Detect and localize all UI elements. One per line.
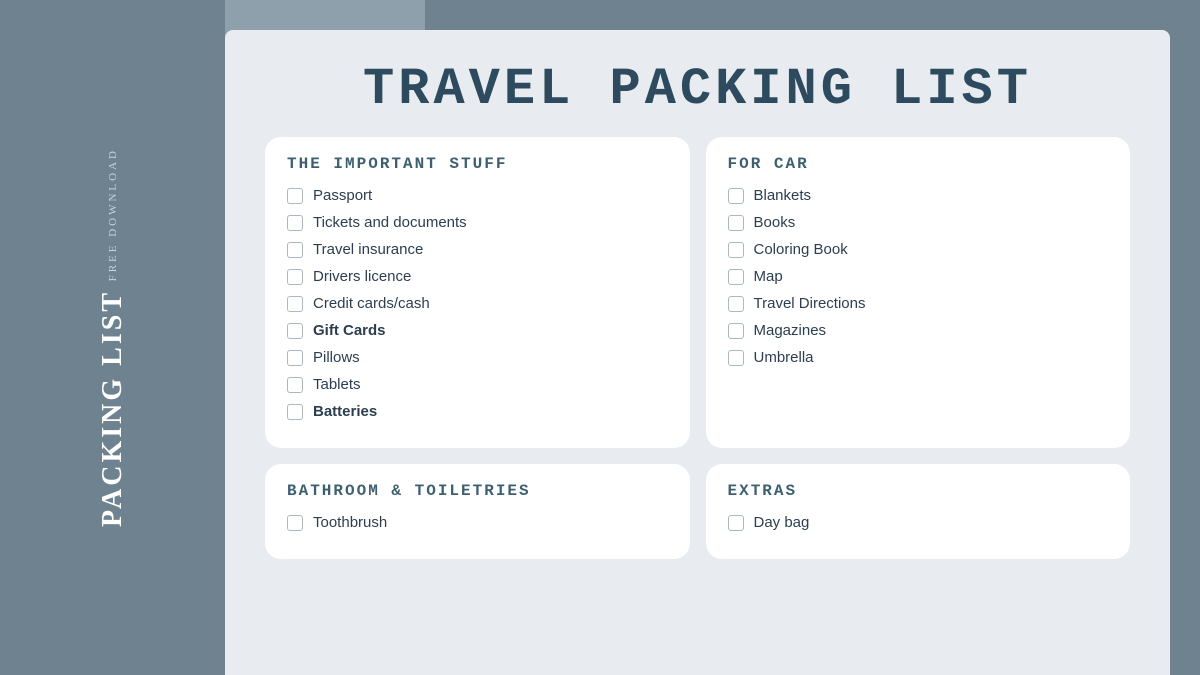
- checkbox[interactable]: [728, 323, 744, 339]
- checkbox[interactable]: [287, 242, 303, 258]
- checkbox[interactable]: [287, 404, 303, 420]
- section-title-bathroom: BATHROOM & TOILETRIES: [287, 482, 668, 500]
- checkbox[interactable]: [287, 269, 303, 285]
- item-label: Coloring Book: [754, 241, 848, 258]
- checkbox[interactable]: [728, 296, 744, 312]
- page-title: TRAVEL PACKING LIST: [265, 60, 1130, 119]
- checkbox[interactable]: [287, 323, 303, 339]
- section-title-important: THE IMPORTANT STUFF: [287, 155, 668, 173]
- sidebar: FREE DOWNLOAD PACKING LIST: [0, 0, 225, 675]
- list-item: Tablets: [287, 376, 668, 393]
- checkbox[interactable]: [287, 215, 303, 231]
- checkbox[interactable]: [287, 188, 303, 204]
- list-item: Magazines: [728, 322, 1109, 339]
- packing-list-label: PACKING LIST: [97, 290, 129, 527]
- checkbox[interactable]: [728, 515, 744, 531]
- item-label: Gift Cards: [313, 322, 386, 339]
- list-item: Day bag: [728, 514, 1109, 531]
- item-label: Map: [754, 268, 783, 285]
- list-item: Tickets and documents: [287, 214, 668, 231]
- item-label: Pillows: [313, 349, 360, 366]
- checkbox[interactable]: [728, 188, 744, 204]
- item-label: Travel Directions: [754, 295, 866, 312]
- item-label: Tablets: [313, 376, 361, 393]
- section-bathroom: BATHROOM & TOILETRIES Toothbrush: [265, 464, 690, 559]
- section-for-car: FOR CAR Blankets Books Coloring Book Map…: [706, 137, 1131, 448]
- item-label: Batteries: [313, 403, 377, 420]
- item-label: Tickets and documents: [313, 214, 467, 231]
- list-item: Pillows: [287, 349, 668, 366]
- checkbox[interactable]: [287, 296, 303, 312]
- checkbox[interactable]: [287, 377, 303, 393]
- checkbox[interactable]: [728, 269, 744, 285]
- list-item: Drivers licence: [287, 268, 668, 285]
- checkbox[interactable]: [287, 515, 303, 531]
- list-item: Map: [728, 268, 1109, 285]
- item-label: Books: [754, 214, 796, 231]
- item-label: Drivers licence: [313, 268, 411, 285]
- list-item: Travel insurance: [287, 241, 668, 258]
- checkbox[interactable]: [728, 350, 744, 366]
- main-paper: TRAVEL PACKING LIST THE IMPORTANT STUFF …: [225, 30, 1170, 675]
- list-item: Coloring Book: [728, 241, 1109, 258]
- section-extras: EXTRAS Day bag: [706, 464, 1131, 559]
- section-title-extras: EXTRAS: [728, 482, 1109, 500]
- list-item: Credit cards/cash: [287, 295, 668, 312]
- list-item: Toothbrush: [287, 514, 668, 531]
- list-item: Passport: [287, 187, 668, 204]
- list-item: Blankets: [728, 187, 1109, 204]
- list-item: Umbrella: [728, 349, 1109, 366]
- list-item: Batteries: [287, 403, 668, 420]
- item-label: Toothbrush: [313, 514, 387, 531]
- section-important-stuff: THE IMPORTANT STUFF Passport Tickets and…: [265, 137, 690, 448]
- item-label: Day bag: [754, 514, 810, 531]
- section-title-car: FOR CAR: [728, 155, 1109, 173]
- list-item: Travel Directions: [728, 295, 1109, 312]
- item-label: Umbrella: [754, 349, 814, 366]
- item-label: Magazines: [754, 322, 827, 339]
- item-label: Blankets: [754, 187, 812, 204]
- sections-grid: THE IMPORTANT STUFF Passport Tickets and…: [265, 137, 1130, 559]
- item-label: Travel insurance: [313, 241, 423, 258]
- item-label: Credit cards/cash: [313, 295, 430, 312]
- free-download-label: FREE DOWNLOAD: [107, 148, 119, 281]
- list-item: Books: [728, 214, 1109, 231]
- checkbox[interactable]: [728, 242, 744, 258]
- checkbox[interactable]: [728, 215, 744, 231]
- list-item: Gift Cards: [287, 322, 668, 339]
- item-label: Passport: [313, 187, 372, 204]
- checkbox[interactable]: [287, 350, 303, 366]
